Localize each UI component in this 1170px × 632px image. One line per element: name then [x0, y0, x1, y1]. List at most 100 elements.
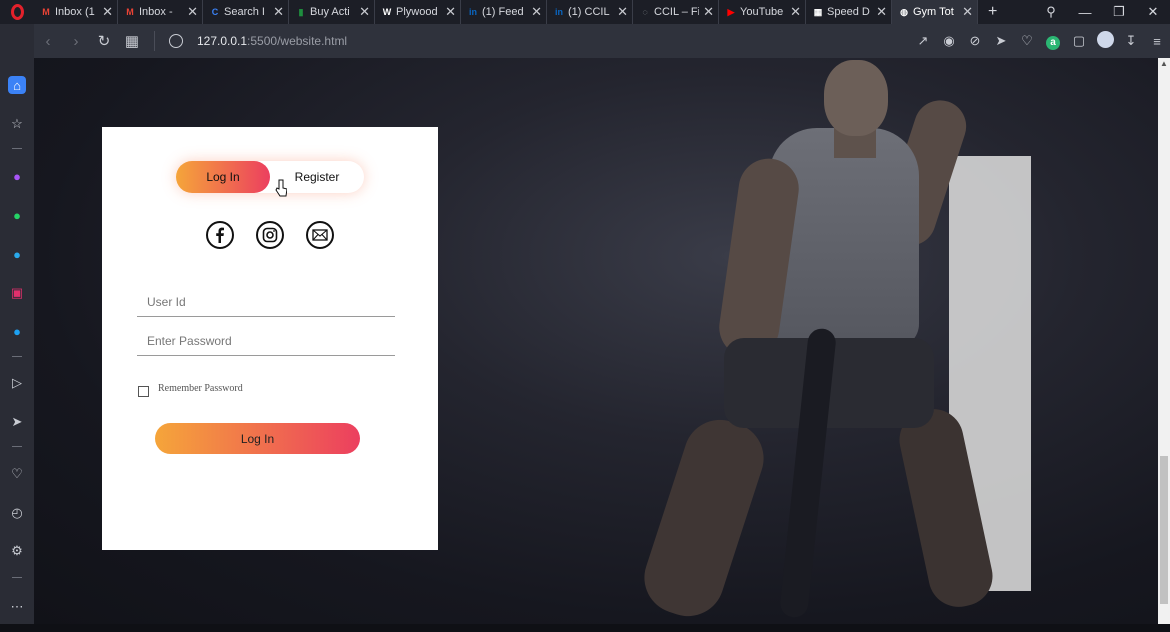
instagram-icon[interactable] [256, 221, 284, 249]
tab-7[interactable]: in (1) CCIL ✕ [547, 0, 633, 24]
home-icon[interactable]: ⌂ [8, 76, 26, 94]
close-window-button[interactable]: ✕ [1136, 4, 1170, 20]
instagram-icon[interactable]: ▣ [8, 284, 26, 302]
whatsapp-icon[interactable]: ● [8, 206, 26, 224]
messenger-icon[interactable]: ● [8, 167, 26, 185]
close-tab-icon[interactable]: ✕ [703, 4, 714, 20]
player-icon[interactable]: ▷ [8, 374, 26, 392]
tab-title: Inbox (1 [55, 6, 95, 18]
settings-icon[interactable]: ⚙ [8, 542, 26, 560]
page-scrollbar[interactable]: ▲ [1158, 58, 1170, 624]
remember-password-row: Remember Password [138, 383, 243, 397]
tab-title: Speed D [827, 6, 870, 18]
tab-6[interactable]: in (1) Feed ✕ [461, 0, 547, 24]
gmail-icon: M [42, 7, 50, 17]
athlete-image [635, 410, 773, 624]
tab-login[interactable]: Log In [176, 161, 270, 193]
tab-10[interactable]: ▦ Speed D ✕ [806, 0, 892, 24]
heart-icon[interactable]: ♡ [8, 465, 26, 483]
share-icon[interactable]: ↗ [910, 33, 936, 49]
tab-title: Buy Acti [310, 6, 350, 18]
scroll-up-icon[interactable]: ▲ [1160, 59, 1168, 68]
tab-8[interactable]: ◌ CCIL – Fi ✕ [633, 0, 719, 24]
youtube-icon: ▶ [727, 6, 735, 17]
new-tab-button[interactable]: + [988, 3, 997, 21]
tab-title: CCIL – Fi [654, 6, 700, 18]
close-tab-icon[interactable]: ✕ [187, 4, 198, 20]
profile-avatar[interactable] [1092, 31, 1118, 51]
divider [12, 577, 22, 578]
scroll-thumb[interactable] [1160, 456, 1168, 604]
linkedin-icon: in [555, 7, 563, 17]
chart-icon: ▮ [298, 6, 304, 17]
tab-title: (1) CCIL [568, 6, 610, 18]
divider [12, 356, 22, 357]
tab-11[interactable]: ◍ Gym Tot ✕ [892, 0, 978, 24]
bottom-edge [0, 624, 1170, 632]
login-register-toggle: Log In Register [176, 161, 364, 193]
search-tabs-icon[interactable]: ⚲ [1034, 4, 1068, 20]
linkedin-icon: in [469, 7, 477, 17]
close-tab-icon[interactable]: ✕ [531, 4, 542, 20]
loading-icon: ◌ [642, 7, 648, 17]
heart-icon[interactable]: ♡ [1014, 33, 1040, 49]
tab-list: M Inbox (1 ✕ M Inbox - ✕ C Search I ✕ ▮ Buy Acti ✕… [34, 0, 978, 24]
grid-icon: ▦ [813, 6, 823, 17]
back-button[interactable]: ‹ [34, 33, 62, 50]
adblock-icon[interactable]: ⊘ [962, 33, 988, 49]
download-icon[interactable]: ↧ [1118, 33, 1144, 49]
facebook-icon[interactable] [206, 221, 234, 249]
minimize-button[interactable]: — [1068, 5, 1102, 20]
snapshot-icon[interactable]: ◉ [936, 33, 962, 49]
divider [154, 31, 155, 51]
tab-4[interactable]: ▮ Buy Acti ✕ [289, 0, 375, 24]
tab-3[interactable]: C Search I ✕ [203, 0, 289, 24]
url-field[interactable]: 127.0.0.1:5500/website.html [197, 34, 347, 48]
password-input[interactable] [137, 326, 395, 356]
close-tab-icon[interactable]: ✕ [359, 4, 370, 20]
close-tab-icon[interactable]: ✕ [445, 4, 456, 20]
restore-button[interactable]: ❐ [1102, 4, 1136, 20]
close-tab-icon[interactable]: ✕ [962, 4, 973, 20]
extension-a-icon[interactable]: a [1040, 33, 1066, 50]
tab-title: Gym Tot [913, 6, 954, 18]
site-info-icon[interactable] [169, 34, 183, 48]
tab-5[interactable]: W Plywood ✕ [375, 0, 461, 24]
remember-password-checkbox[interactable] [138, 386, 149, 397]
menu-icon[interactable]: ≡ [1144, 34, 1170, 49]
close-tab-icon[interactable]: ✕ [617, 4, 628, 20]
close-tab-icon[interactable]: ✕ [876, 4, 887, 20]
tab-1[interactable]: M Inbox (1 ✕ [34, 0, 118, 24]
globe-icon: ◍ [900, 6, 908, 17]
social-login-icons [206, 221, 336, 251]
star-icon[interactable]: ☆ [8, 115, 26, 133]
close-tab-icon[interactable]: ✕ [790, 4, 801, 20]
tab-9[interactable]: ▶ YouTube ✕ [719, 0, 806, 24]
forward-button[interactable]: › [62, 33, 90, 50]
remember-password-label: Remember Password [158, 383, 243, 394]
telegram-icon[interactable]: ● [8, 245, 26, 263]
login-card: Log In Register Remember Password Log In [102, 127, 438, 550]
close-tab-icon[interactable]: ✕ [102, 4, 113, 20]
wk-icon: W [382, 7, 392, 17]
toolbar-actions: ↗ ◉ ⊘ ➤ ♡ a ▢ ↧ ≡ [910, 24, 1170, 58]
cube-icon[interactable]: ▢ [1066, 33, 1092, 49]
opera-logo-icon[interactable] [0, 0, 34, 24]
send-icon[interactable]: ➤ [988, 33, 1014, 49]
history-icon[interactable]: ◴ [8, 504, 26, 522]
login-submit-button[interactable]: Log In [155, 423, 360, 454]
athlete-image [824, 60, 888, 136]
gmail-icon: M [126, 7, 134, 17]
tab-grid-icon[interactable]: ▦ [118, 32, 146, 50]
mail-icon[interactable] [306, 221, 334, 249]
tab-2[interactable]: M Inbox - ✕ [118, 0, 203, 24]
opera-sidebar: ⌂ ☆ ● ● ● ▣ ● ▷ ➤ ♡ ◴ ⚙ ⋯ [0, 24, 34, 632]
user-id-input[interactable] [137, 287, 395, 317]
twitter-icon[interactable]: ● [8, 322, 26, 340]
send-icon[interactable]: ➤ [8, 413, 26, 431]
close-tab-icon[interactable]: ✕ [273, 4, 284, 20]
more-icon[interactable]: ⋯ [8, 598, 26, 616]
search-icon: C [211, 7, 219, 17]
reload-button[interactable]: ↻ [90, 32, 118, 50]
address-bar: ‹ › ↻ ▦ 127.0.0.1:5500/website.html ↗ ◉ … [34, 24, 1170, 58]
